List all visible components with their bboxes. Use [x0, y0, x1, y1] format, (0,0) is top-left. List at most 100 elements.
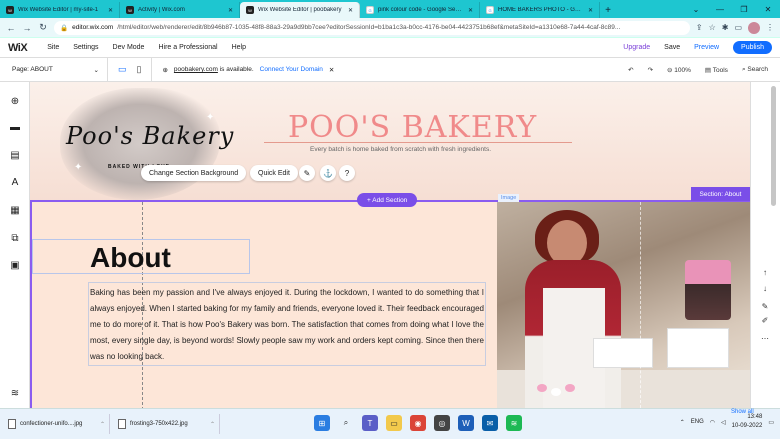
sidebar-icon[interactable]: ▭ — [734, 23, 742, 32]
search-button[interactable]: ⌕ Search — [742, 66, 768, 74]
minimize-icon[interactable]: — — [708, 0, 732, 18]
maximize-icon[interactable]: ❐ — [732, 0, 756, 18]
close-tab-icon[interactable]: ✕ — [108, 7, 113, 14]
language-indicator[interactable]: ENG — [691, 419, 704, 425]
header-section[interactable]: Poo's Bakery BAKED WITH LOVE ✦ ✦ POO'S B… — [30, 82, 750, 202]
mobile-view-icon[interactable]: ▯ — [137, 64, 142, 75]
about-title[interactable]: About — [90, 242, 171, 274]
menu-site[interactable]: Site — [47, 44, 59, 51]
windows-start-icon[interactable]: ⊞ — [314, 415, 330, 431]
preview-button[interactable]: Preview — [694, 44, 719, 51]
teams-icon[interactable]: T — [362, 415, 378, 431]
edit-pencil-icon[interactable]: ✎ — [757, 302, 773, 316]
move-down-icon[interactable]: ↓ — [757, 284, 773, 298]
connect-domain-link[interactable]: Connect Your Domain — [260, 66, 323, 73]
word-icon[interactable]: W — [458, 415, 474, 431]
business-icon[interactable]: ⧉ — [9, 233, 21, 245]
close-domain-icon[interactable]: ✕ — [329, 66, 334, 74]
layers-icon[interactable]: ≋ — [9, 388, 21, 400]
change-section-background-button[interactable]: Change Section Background — [141, 165, 247, 181]
wifi-icon[interactable]: ◠ — [710, 419, 715, 426]
add-section-button[interactable]: + Add Section — [357, 193, 418, 207]
move-up-icon[interactable]: ↑ — [757, 268, 773, 282]
tab-search-icon[interactable]: ⌄ — [684, 0, 708, 18]
add-section-icon[interactable]: ▬ — [9, 122, 21, 134]
volume-icon[interactable]: ◁ — [721, 419, 726, 426]
back-icon[interactable]: ← — [6, 23, 16, 33]
new-tab-button[interactable]: + — [600, 2, 616, 18]
search-icon[interactable]: ⌕ — [338, 415, 354, 431]
redo-icon[interactable]: ↷ — [648, 66, 653, 74]
browser-menu-icon[interactable]: ⋮ — [766, 23, 774, 32]
bookmark-star-icon[interactable]: ☆ — [709, 23, 716, 32]
baker-photo[interactable] — [497, 202, 750, 408]
section-about-tag[interactable]: Section: About — [691, 187, 750, 201]
help-icon[interactable]: ? — [339, 165, 355, 181]
upgrade-button[interactable]: Upgrade — [623, 44, 650, 51]
tray-chevron-icon[interactable]: ⌃ — [680, 419, 685, 426]
close-tab-icon[interactable]: ✕ — [348, 7, 353, 14]
zoom-control[interactable]: ⊖ 100% — [667, 66, 691, 74]
more-actions-icon[interactable]: ⋯ — [757, 334, 773, 348]
publish-button[interactable]: Publish — [733, 41, 772, 54]
camera-icon[interactable]: ◎ — [434, 415, 450, 431]
browser-tab-3-active[interactable]: W Wix Website Editor | poobakery ✕ — [240, 2, 360, 18]
brand-tagline[interactable]: Every batch is home baked from scratch w… — [310, 146, 491, 153]
extensions-icon[interactable]: ✱ — [722, 23, 729, 32]
chevron-up-icon[interactable]: ⌃ — [100, 421, 109, 428]
add-elements-icon[interactable]: ⊕ — [9, 96, 21, 108]
canvas-scrollbar[interactable] — [771, 86, 776, 206]
wix-main-menu: Site Settings Dev Mode Hire a Profession… — [47, 44, 246, 51]
page-selector[interactable]: Page: ABOUT ⌄ — [0, 57, 108, 82]
sparkle-icon: ✦ — [74, 162, 83, 173]
close-tab-icon[interactable]: ✕ — [468, 7, 473, 14]
animation-wand-icon[interactable]: ✎ — [299, 165, 315, 181]
tools-label: Tools — [712, 66, 728, 74]
about-paragraph[interactable]: Baking has been my passion and I've alwa… — [88, 282, 486, 366]
design-brush-icon[interactable]: ✐ — [757, 316, 773, 330]
save-button[interactable]: Save — [664, 44, 680, 51]
mail-icon[interactable]: ✉ — [482, 415, 498, 431]
photo-macaron — [565, 384, 575, 392]
reload-icon[interactable]: ↻ — [38, 22, 48, 33]
menu-settings[interactable]: Settings — [73, 44, 98, 51]
close-tab-icon[interactable]: ✕ — [588, 7, 593, 14]
download-item[interactable]: frosting3-750x422.jpg ⌃ — [110, 414, 220, 434]
show-all-downloads-link[interactable]: Show all — [731, 409, 754, 415]
chevron-up-icon[interactable]: ⌃ — [210, 421, 219, 428]
editor-canvas[interactable]: Poo's Bakery BAKED WITH LOVE ✦ ✦ POO'S B… — [30, 82, 750, 408]
address-bar[interactable]: 🔒 editor.wix.com/html/editor/web/rendere… — [54, 20, 690, 35]
brand-title[interactable]: POO'S BAKERY — [288, 110, 537, 145]
notifications-icon[interactable]: ▭ — [768, 419, 774, 426]
download-item[interactable]: confectioner-unifo....jpg ⌃ — [0, 414, 110, 434]
clock[interactable]: 13:48 10-09-2022 — [732, 413, 763, 431]
profile-avatar[interactable] — [748, 21, 760, 34]
undo-icon[interactable]: ↶ — [628, 66, 633, 74]
browser-tab-2[interactable]: W Activity | Wix.com ✕ — [120, 2, 240, 18]
browser-tab-1[interactable]: W Wix Website Editor | my-site-1 ✕ — [0, 2, 120, 18]
menu-help[interactable]: Help — [232, 44, 246, 51]
left-tool-rail: ⊕ ▬ ▤ A ▦ ⧉ ▣ ≋ — [0, 82, 30, 408]
menu-hire-professional[interactable]: Hire a Professional — [158, 44, 217, 51]
site-logo-text[interactable]: Poo's Bakery — [66, 122, 234, 150]
photo-box — [667, 328, 729, 368]
chrome-icon[interactable]: ◉ — [410, 415, 426, 431]
quick-edit-button[interactable]: Quick Edit — [250, 165, 298, 181]
tools-button[interactable]: ▤ Tools — [705, 66, 728, 74]
close-tab-icon[interactable]: ✕ — [228, 7, 233, 14]
lock-position-icon[interactable]: ⚓ — [320, 165, 336, 181]
close-window-icon[interactable]: ✕ — [756, 0, 780, 18]
spotify-icon[interactable]: ≋ — [506, 415, 522, 431]
menu-dev-mode[interactable]: Dev Mode — [113, 44, 145, 51]
share-icon[interactable]: ⇪ — [696, 23, 703, 32]
wix-logo[interactable]: WiX — [0, 42, 35, 54]
pages-icon[interactable]: ▤ — [9, 150, 21, 162]
file-explorer-icon[interactable]: ▭ — [386, 415, 402, 431]
apps-icon[interactable]: ▦ — [9, 205, 21, 217]
browser-tab-4[interactable]: G pink colour code - Google Search ✕ — [360, 2, 480, 18]
forward-icon[interactable]: → — [22, 23, 32, 33]
media-icon[interactable]: ▣ — [9, 260, 21, 272]
desktop-view-icon[interactable]: ▭ — [118, 64, 127, 75]
browser-tab-5[interactable]: G HOME BAKERS PHOTO - Google ✕ — [480, 2, 600, 18]
design-icon[interactable]: A — [9, 177, 21, 189]
